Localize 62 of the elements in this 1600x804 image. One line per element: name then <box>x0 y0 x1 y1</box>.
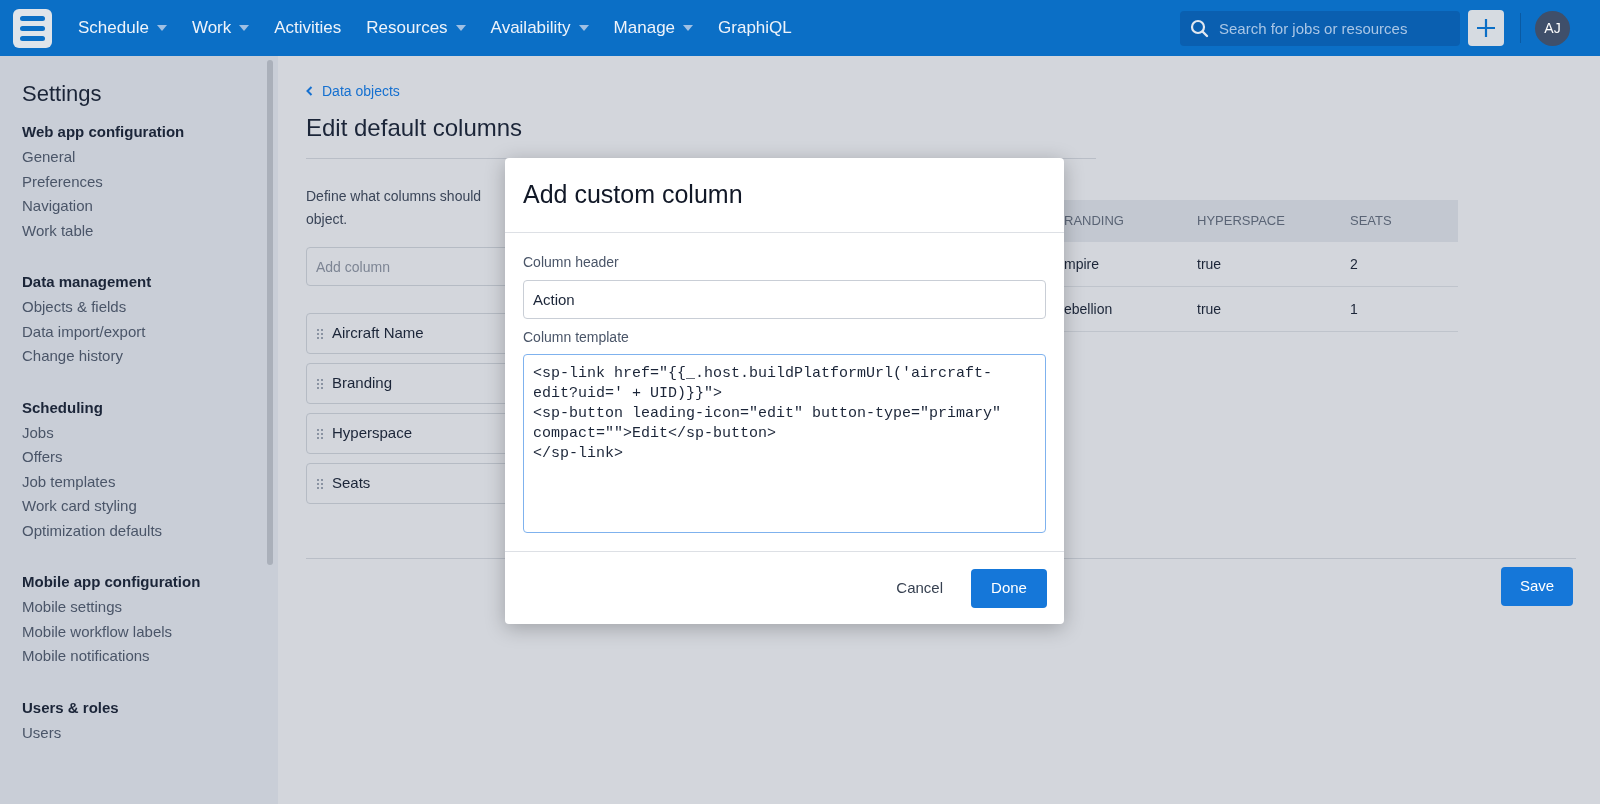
chevron-left-icon <box>306 86 313 96</box>
dialog-title: Add custom column <box>523 179 743 211</box>
sidebar-item[interactable]: Work table <box>22 218 94 243</box>
drag-handle-icon[interactable] <box>317 428 323 439</box>
sidebar-item[interactable]: General <box>22 145 76 170</box>
section-heading: Users & roles <box>22 697 120 718</box>
cancel-button[interactable]: Cancel <box>894 568 945 608</box>
table-cell-text: 2 <box>1350 254 1358 274</box>
sidebar-item[interactable]: Mobile notifications <box>22 644 150 669</box>
add-button[interactable] <box>1468 10 1504 46</box>
table-cell-text: ebellion <box>1064 299 1113 319</box>
section-heading: Web app configuration <box>22 122 186 142</box>
sidebar-item[interactable]: Objects & fields <box>22 295 127 320</box>
sidebar-item[interactable]: Job templates <box>22 469 116 494</box>
nav-menu-item[interactable]: Activities <box>274 15 342 41</box>
drag-handle-icon[interactable] <box>317 328 323 339</box>
column-header: RANDING <box>1064 212 1124 231</box>
section-heading: Data management <box>22 272 153 292</box>
drag-handle-icon[interactable] <box>317 378 323 389</box>
field-label: Column header <box>523 253 619 272</box>
table-cell-text: mpire <box>1064 254 1099 274</box>
table-cell-text: true <box>1197 299 1222 319</box>
app-logo-icon[interactable] <box>13 8 52 48</box>
sidebar-item[interactable]: Preferences <box>22 169 103 194</box>
sidebar-item[interactable]: Navigation <box>22 194 93 219</box>
scrollbar[interactable] <box>267 60 273 565</box>
table-cell-text: true <box>1197 254 1222 274</box>
nav-menu-item[interactable]: Resources <box>366 15 466 41</box>
description-text: Define what columns should object. <box>306 187 482 229</box>
add-column-field[interactable]: Add column <box>306 247 506 286</box>
sidebar-item[interactable]: Optimization defaults <box>22 518 163 543</box>
sidebar-item[interactable]: Work card styling <box>22 494 137 519</box>
drag-handle-icon[interactable] <box>317 478 323 489</box>
user-avatar[interactable]: AJ <box>1535 10 1570 46</box>
sidebar-item[interactable]: Mobile workflow labels <box>22 619 173 644</box>
section-heading: Mobile app configuration <box>22 572 202 592</box>
sidebar-item[interactable]: Mobile settings <box>22 595 123 620</box>
section-heading: Scheduling <box>22 397 104 418</box>
sidebar-item[interactable]: Data import/export <box>22 319 146 344</box>
nav-menu-item[interactable]: Availability <box>490 15 589 41</box>
column-header: HYPERSPACE <box>1197 212 1285 231</box>
nav-menu-item[interactable]: Manage <box>613 15 694 41</box>
sidebar-item[interactable]: Users <box>22 720 62 745</box>
column-header: SEATS <box>1350 212 1392 231</box>
sidebar-title: Settings <box>22 80 103 108</box>
text-input[interactable]: Action <box>523 280 1046 319</box>
done-button[interactable]: Done <box>971 568 1047 608</box>
nav-menu-item[interactable]: GraphiQL <box>718 15 792 41</box>
search-icon <box>1190 18 1209 38</box>
search-field[interactable]: Search for jobs or resources <box>1180 10 1460 46</box>
field-label: Column template <box>523 328 629 347</box>
sidebar-item[interactable]: Jobs <box>22 420 54 445</box>
table-cell-text: 1 <box>1350 299 1358 319</box>
nav-menu-item[interactable]: Work <box>191 15 250 41</box>
save-button[interactable]: Save <box>1501 567 1573 606</box>
back-link[interactable]: Data objects <box>306 81 1576 101</box>
plus-icon <box>1476 18 1496 38</box>
sidebar-item[interactable]: Offers <box>22 445 63 470</box>
template-textarea[interactable]: <sp-link href="{{_.host.buildPlatformUrl('aircraft-edit?uid=' + UID)}}"> <sp-button leading-icon="edit" button-type="primary" compact="">Edit</sp-button> </sp-link> <box>523 354 1046 533</box>
sidebar-item[interactable]: Change history <box>22 344 123 369</box>
nav-menu-item[interactable]: Schedule <box>78 15 167 41</box>
page-title: Edit default columns <box>306 113 524 143</box>
